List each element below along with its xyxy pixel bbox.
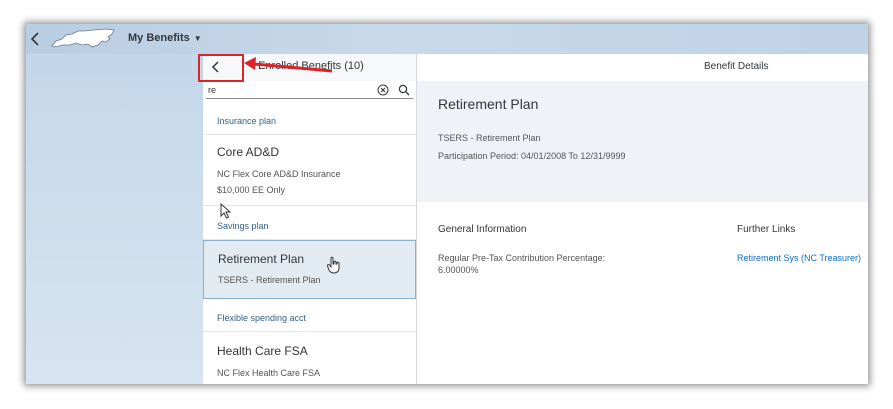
detail-topbar-title: Benefit Details — [704, 61, 769, 72]
app-title-menu[interactable]: My Benefits ▼ — [128, 32, 202, 44]
annotation-arrow-icon — [244, 57, 333, 73]
list-item-core-add[interactable]: Core AD&D NC Flex Core AD&D Insurance $1… — [203, 135, 416, 206]
list-item-desc: NC Flex Health Care FSA — [217, 368, 321, 378]
hand-pointer-icon — [327, 256, 340, 274]
north-carolina-logo-icon — [51, 28, 115, 48]
group-header-label: Insurance plan — [217, 116, 277, 126]
list-item-retirement-plan[interactable]: Retirement Plan TSERS - Retirement Plan — [203, 240, 416, 299]
caret-down-icon: ▼ — [193, 33, 202, 43]
app-title: My Benefits — [128, 32, 190, 44]
list-item-title: Retirement Plan — [218, 252, 305, 266]
detail-header: Retirement Plan TSERS - Retirement Plan … — [417, 81, 868, 202]
list-item-desc: TSERS - Retirement Plan — [218, 275, 321, 285]
mouse-pointer-icon — [220, 203, 232, 219]
group-header-label: Savings plan — [217, 221, 269, 231]
clear-icon[interactable] — [377, 84, 389, 96]
search-field[interactable] — [206, 82, 413, 99]
contribution-label: Regular Pre-Tax Contribution Percentage: — [438, 253, 606, 263]
list-item-desc: $10,000 EE Only — [217, 185, 286, 195]
search-input[interactable] — [208, 82, 368, 97]
annotation-highlight-box — [198, 54, 244, 82]
shell-back-icon[interactable] — [28, 29, 42, 49]
master-list-panel: Enrolled Benefits (10) Insurance plan Co… — [203, 54, 417, 384]
shell-bar: My Benefits ▼ — [26, 24, 868, 54]
plan-title: Retirement Plan — [438, 96, 539, 112]
group-header-savings: Savings plan — [203, 215, 416, 240]
further-links-title: Further Links — [737, 224, 796, 235]
plan-subtitle: TSERS - Retirement Plan — [438, 133, 541, 143]
list-item-desc: NC Flex Core AD&D Insurance — [217, 169, 341, 179]
retirement-sys-link[interactable]: Retirement Sys (NC Treasurer) — [737, 253, 861, 263]
search-icon[interactable] — [398, 84, 410, 96]
detail-panel: Benefit Details Retirement Plan TSERS - … — [417, 54, 868, 384]
group-header-label: Flexible spending acct — [217, 313, 307, 323]
group-header-insurance: Insurance plan — [203, 110, 416, 135]
detail-topbar: Benefit Details — [417, 54, 868, 82]
general-information-title: General Information — [438, 224, 527, 235]
contribution-value: 6.00000% — [438, 265, 479, 275]
list-item-title: Core AD&D — [217, 145, 280, 159]
browser-frame: My Benefits ▼ Enrolled Benefits (10) re … — [26, 24, 868, 384]
background-panel — [26, 54, 203, 384]
list-item-title: Health Care FSA — [217, 344, 308, 358]
group-header-fsa: Flexible spending acct — [203, 307, 416, 332]
list-item-health-care-fsa[interactable]: Health Care FSA NC Flex Health Care FSA — [203, 332, 416, 384]
participation-period: Participation Period: 04/01/2008 To 12/3… — [438, 151, 626, 161]
